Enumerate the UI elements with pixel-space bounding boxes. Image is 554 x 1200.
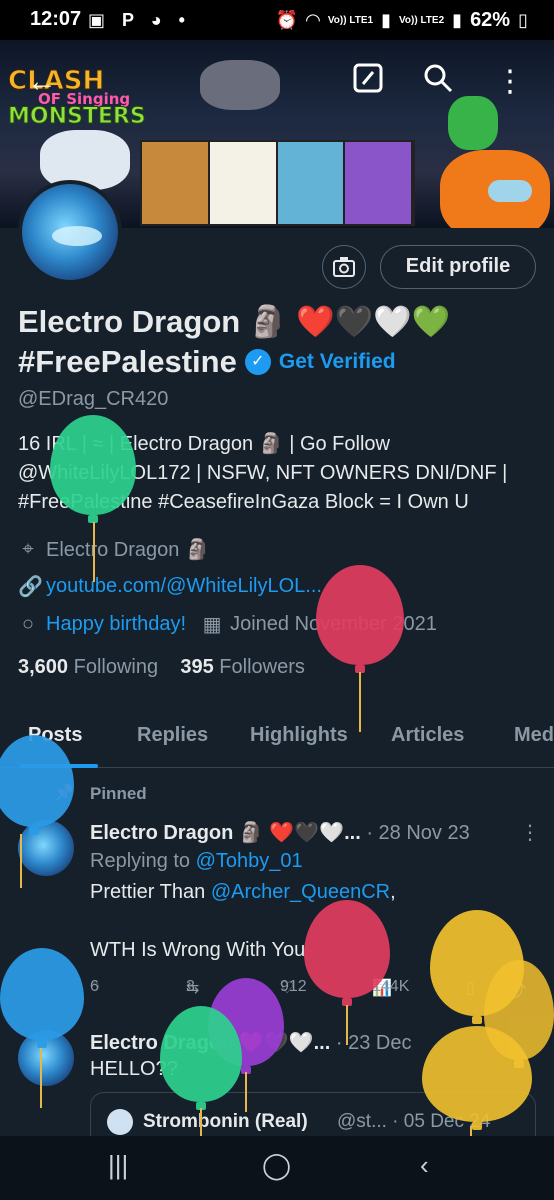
alarm-icon: ⏰ <box>275 10 299 30</box>
ship-sprite <box>200 60 280 110</box>
name-hashtag: #FreePalestine <box>18 344 237 379</box>
tweet-header: Electro Dragon 🗿 ❤️🖤🤍... · 28 Nov 23 <box>90 820 470 845</box>
balloon-red <box>316 565 404 673</box>
display-name: Electro Dragon 🗿 ❤️🖤🤍💚 <box>18 304 451 339</box>
status-time: 12:07 <box>30 8 82 30</box>
tab-articles[interactable]: Articles <box>391 724 464 747</box>
link-icon: 🔗 <box>18 576 43 598</box>
banner-image-strip <box>140 140 415 226</box>
back-arrow-icon[interactable]: ← <box>22 62 62 102</box>
balloon-string <box>359 672 361 732</box>
edit-profile-button[interactable]: Edit profile <box>380 245 536 289</box>
compose-icon[interactable] <box>348 62 388 102</box>
profile-tabs: Posts Replies Highlights Articles Med <box>0 714 554 768</box>
gallery-icon: ▣ <box>88 10 112 30</box>
follow-counts: 3,600 Following 395 Followers <box>18 656 305 679</box>
balloon-string <box>470 1126 472 1136</box>
replying-to: Replying to @Tohby_01 <box>90 850 303 872</box>
balloon-green <box>160 1006 242 1110</box>
status-bar: 12:07 ▣ P ◕ • ⏰ ◠ Vo)) LTE1 ▮ Vo)) LTE2 … <box>0 0 554 40</box>
balloon-string <box>40 1048 42 1108</box>
quote-author: Strombonin (Real) <box>143 1111 308 1132</box>
battery-level: 62% <box>470 9 511 31</box>
battery-icon: ▯ <box>518 10 528 30</box>
verified-badge-icon: ✓ <box>244 349 271 375</box>
location-row: ⌖ Electro Dragon 🗿 <box>18 537 210 562</box>
more-options-icon[interactable]: ⋮ <box>490 62 530 102</box>
wifi-icon: ◠ <box>306 10 320 30</box>
tweet-more-icon[interactable]: ⋮ <box>520 820 540 845</box>
location-pin-icon: ⌖ <box>22 538 34 560</box>
tweet-date: · 28 Nov 23 <box>366 822 470 844</box>
notification-icons: ▣ P ◕ • <box>88 10 191 31</box>
calendar-icon: ▦ <box>202 614 222 636</box>
link-row: 🔗 youtube.com/@WhiteLilyLOL... <box>18 574 322 599</box>
signal-icon-2: ▮ <box>452 10 463 30</box>
get-verified-link[interactable]: Get Verified <box>279 342 396 382</box>
balloon-string <box>20 834 22 888</box>
profile-link[interactable]: youtube.com/@WhiteLilyLOL... <box>46 575 322 598</box>
balloon-string <box>200 1108 202 1136</box>
birthday-link[interactable]: Happy birthday! <box>46 613 186 636</box>
balloon-green <box>50 415 136 523</box>
visor-sprite <box>488 180 532 202</box>
pinned-label: Pinned <box>90 784 147 803</box>
tab-highlights[interactable]: Highlights <box>250 724 348 747</box>
tweet-text-line: WTH Is Wrong With You <box>90 939 306 961</box>
camera-button[interactable] <box>322 245 366 289</box>
display-name-line2: #FreePalestine ✓ Get Verified <box>18 342 396 382</box>
signal-icon: ▮ <box>381 10 391 30</box>
tweet-avatar[interactable] <box>18 820 74 876</box>
quote-avatar <box>107 1109 133 1135</box>
tweet-author[interactable]: Electro Dragon 🗿 ❤️🖤🤍... <box>90 822 361 844</box>
location-text: Electro Dragon 🗿 <box>46 539 210 561</box>
balloon-string <box>346 1005 348 1045</box>
user-handle: @EDrag_CR420 <box>18 388 169 410</box>
p-icon: P <box>122 10 140 30</box>
network-2: Vo)) LTE2 <box>398 14 445 26</box>
balloon-string <box>245 1072 247 1112</box>
logo-text-3: MONSTERS <box>8 104 147 130</box>
balloon-yellow <box>422 1026 532 1130</box>
controller-icon: ◕ <box>150 10 168 30</box>
search-icon[interactable] <box>418 62 458 102</box>
balloon-string <box>93 522 95 582</box>
back-icon[interactable]: ‹ <box>420 1150 429 1181</box>
network-1: Vo)) LTE1 <box>327 14 374 26</box>
mention-link[interactable]: @Archer_QueenCR <box>211 881 390 903</box>
system-navigation-bar: ||| ◯ ‹ <box>0 1136 554 1200</box>
balloon-red <box>304 900 390 1006</box>
camera-icon <box>333 257 355 277</box>
dot-icon: • <box>178 10 191 30</box>
green-crewmate-sprite <box>448 96 498 150</box>
followers-link[interactable]: 395 Followers <box>180 656 305 678</box>
tab-media[interactable]: Med <box>514 724 554 747</box>
home-icon[interactable]: ◯ <box>262 1150 291 1181</box>
balloon-blue <box>0 948 84 1048</box>
recents-icon[interactable]: ||| <box>108 1150 128 1181</box>
following-link[interactable]: 3,600 Following <box>18 656 158 678</box>
balloon-icon: ○ <box>21 613 35 635</box>
reply-handle-link[interactable]: @Tohby_01 <box>196 850 303 872</box>
avatar[interactable] <box>18 180 122 284</box>
tab-replies[interactable]: Replies <box>137 724 208 747</box>
